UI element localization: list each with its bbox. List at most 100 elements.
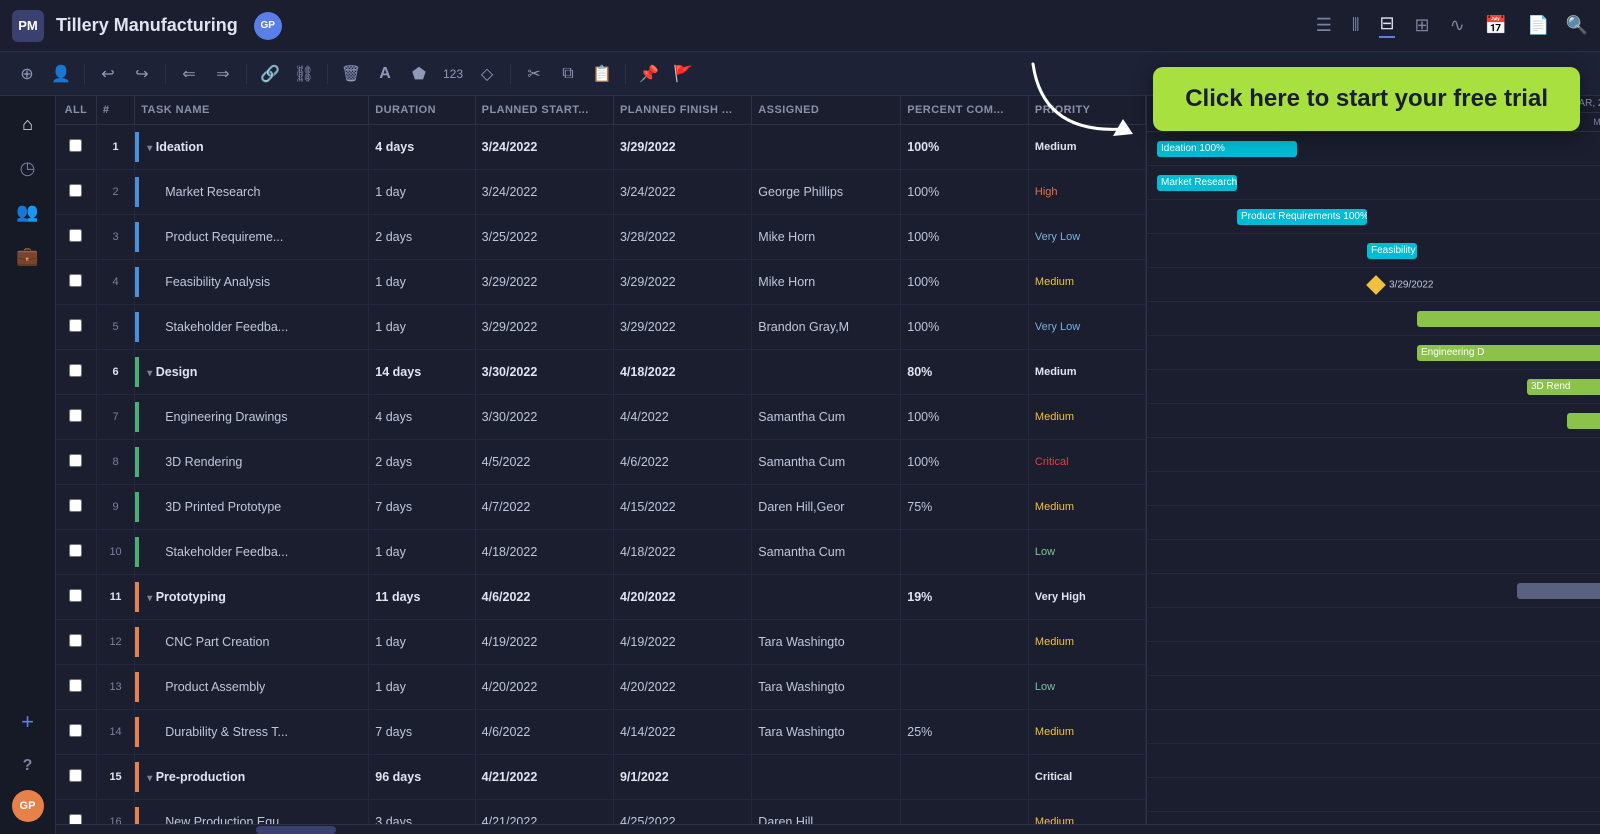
cell-checkbox[interactable] [56,755,96,800]
cell-duration: 4 days [369,395,475,440]
copy-button[interactable]: ⧉ [553,59,583,89]
cell-taskname[interactable]: Stakeholder Feedba... [135,305,369,350]
cell-checkbox[interactable] [56,485,96,530]
cell-taskname[interactable]: ▾ Design [135,350,369,395]
col-percent[interactable]: PERCENT COM... [901,96,1029,125]
cell-start: 4/6/2022 [475,575,613,620]
gantt-bar[interactable] [1567,413,1600,429]
col-num[interactable]: # [96,96,134,125]
text-button[interactable]: A [370,59,400,89]
calendar-view-icon[interactable]: 📅 [1485,15,1507,36]
gantt-bar[interactable]: Market Research 100% George Phill... [1157,175,1237,191]
table-view-icon[interactable]: ⊞ [1415,15,1430,36]
flag-button[interactable]: 🚩 [668,59,698,89]
cut-button[interactable]: ✂ [519,59,549,89]
gantt-bar[interactable]: Engineering D [1417,345,1600,361]
help-button[interactable]: ? [8,746,48,786]
paste-button[interactable]: 📋 [587,59,617,89]
shape-button[interactable]: ⬟ [404,59,434,89]
col-all[interactable]: ALL [56,96,96,125]
sidebar-item-people[interactable]: 👥 [8,192,48,232]
user-avatar-sidebar[interactable]: GP [12,790,44,822]
gantt-bar[interactable]: Product Requirements 100% Mike H [1237,209,1367,225]
gantt-view-icon[interactable]: ⊟ [1379,13,1394,38]
cell-taskname[interactable]: Feasibility Analysis [135,260,369,305]
gantt-bar[interactable]: 3D Rend [1527,379,1600,395]
cell-duration: 1 day [369,170,475,215]
cell-duration: 11 days [369,575,475,620]
gantt-bar[interactable] [1417,311,1600,327]
cell-checkbox[interactable] [56,620,96,665]
cell-taskname[interactable]: Stakeholder Feedba... [135,530,369,575]
cell-assigned: Tara Washingto [752,665,901,710]
avatar[interactable]: GP [254,12,282,40]
cell-taskname[interactable]: Engineering Drawings [135,395,369,440]
cell-checkbox[interactable] [56,350,96,395]
cell-duration: 1 day [369,620,475,665]
search-icon[interactable]: 🔍 [1566,15,1588,36]
cell-taskname[interactable]: CNC Part Creation [135,620,369,665]
cell-checkbox[interactable] [56,530,96,575]
col-planned-start[interactable]: PLANNED START... [475,96,613,125]
cell-taskname[interactable]: ▾ Prototyping [135,575,369,620]
cell-duration: 7 days [369,710,475,755]
sidebar-item-briefcase[interactable]: 💼 [8,236,48,276]
column-view-icon[interactable]: ⫴ [1352,15,1360,36]
table-row: 3 Product Requireme... 2 days 3/25/2022 … [56,215,1146,260]
cell-checkbox[interactable] [56,440,96,485]
sidebar-item-clock[interactable]: ◷ [8,148,48,188]
unlink-button[interactable]: ⛓ [289,59,319,89]
cell-taskname[interactable]: ▾ Ideation [135,125,369,170]
cell-checkbox[interactable] [56,305,96,350]
col-duration[interactable]: DURATION [369,96,475,125]
col-assigned[interactable]: ASSIGNED [752,96,901,125]
outdent-button[interactable]: ⇐ [174,59,204,89]
cell-taskname[interactable]: 3D Rendering [135,440,369,485]
cell-checkbox[interactable] [56,575,96,620]
cell-checkbox[interactable] [56,710,96,755]
undo-button[interactable]: ↩ [93,59,123,89]
pin-button[interactable]: 📌 [634,59,664,89]
number-button[interactable]: 123 [438,59,468,89]
cell-checkbox[interactable] [56,260,96,305]
cell-priority: Critical [1028,440,1145,485]
cell-taskname[interactable]: ▾ Pre-production [135,755,369,800]
diamond-button[interactable]: ◇ [472,59,502,89]
table-row: 15 ▾ Pre-production 96 days 4/21/2022 9/… [56,755,1146,800]
add-task-button[interactable]: ⊕ [12,59,42,89]
doc-view-icon[interactable]: 📄 [1527,15,1549,36]
chart-view-icon[interactable]: ∿ [1450,15,1465,36]
cell-checkbox[interactable] [56,170,96,215]
cell-checkbox[interactable] [56,800,96,825]
cell-taskname[interactable]: 3D Printed Prototype [135,485,369,530]
redo-button[interactable]: ↪ [127,59,157,89]
cell-checkbox[interactable] [56,215,96,260]
cell-priority: High [1028,170,1145,215]
link-button[interactable]: 🔗 [255,59,285,89]
cell-priority: Critical [1028,755,1145,800]
sidebar-item-home[interactable]: ⌂ [8,104,48,144]
gantt-bar[interactable]: Feasibility Analysis 100% Mike H [1367,243,1417,259]
cta-button[interactable]: Click here to start your free trial [1153,96,1580,131]
list-view-icon[interactable]: ☰ [1316,15,1332,36]
cell-finish: 4/20/2022 [613,575,751,620]
cell-taskname[interactable]: Durability & Stress T... [135,710,369,755]
add-person-button[interactable]: 👤 [46,59,76,89]
cell-checkbox[interactable] [56,665,96,710]
cell-rownum: 7 [96,395,134,440]
cell-taskname[interactable]: New Production Equ... [135,800,369,825]
gantt-bar[interactable] [1517,583,1600,599]
gantt-row [1147,540,1600,574]
cell-taskname[interactable]: Market Research [135,170,369,215]
add-workspace-button[interactable]: + [8,702,48,742]
cell-checkbox[interactable] [56,395,96,440]
cell-checkbox[interactable] [56,125,96,170]
indent-button[interactable]: ⇒ [208,59,238,89]
pm-logo[interactable]: PM [12,10,44,42]
col-taskname[interactable]: TASK NAME [135,96,369,125]
cell-taskname[interactable]: Product Assembly [135,665,369,710]
col-planned-finish[interactable]: PLANNED FINISH ... [613,96,751,125]
delete-button[interactable]: 🗑 [336,59,366,89]
bottom-scrollbar[interactable] [56,824,1600,834]
cell-taskname[interactable]: Product Requireme... [135,215,369,260]
